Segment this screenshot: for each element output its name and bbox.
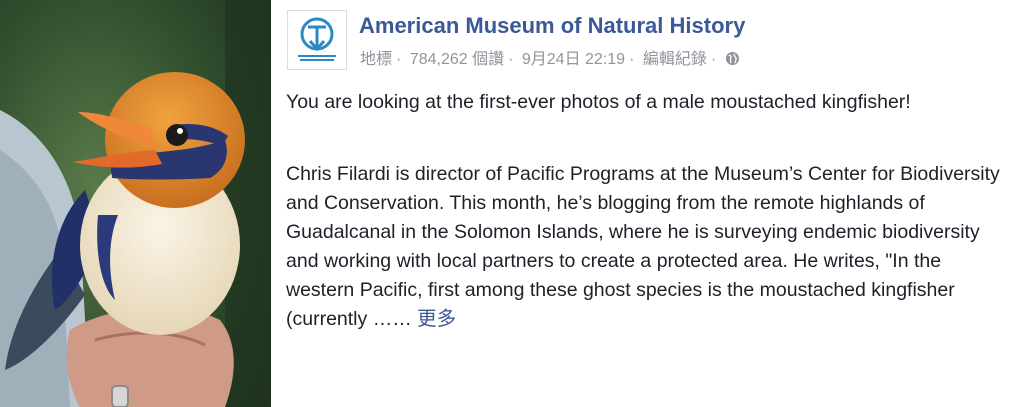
meta-tag[interactable]: 地標	[360, 51, 392, 68]
see-more-link[interactable]: 更多	[417, 308, 456, 330]
museum-logo[interactable]	[287, 10, 347, 70]
page-name-link[interactable]: American Museum of Natural History	[359, 13, 745, 39]
meta-separator: ·	[629, 51, 635, 68]
ellipsis: ……	[372, 308, 412, 330]
meta-separator: ·	[396, 51, 402, 68]
post-paragraph-1: You are looking at the first-ever photos…	[286, 91, 911, 113]
edit-history-link[interactable]: 編輯紀錄	[643, 51, 707, 68]
meta-separator: ·	[508, 51, 514, 68]
amnh-logo-icon	[298, 17, 336, 61]
post-card: American Museum of Natural History 地標 · 7…	[271, 0, 1024, 407]
post-paragraph-2-text: Chris Filardi is director of Pacific Pro…	[286, 163, 1000, 330]
post-timestamp[interactable]: 9月24日 22:19	[522, 51, 625, 68]
kingfisher-image	[0, 0, 271, 407]
kingfisher-photo[interactable]	[0, 0, 271, 407]
globe-icon[interactable]	[725, 51, 740, 66]
meta-separator: ·	[710, 51, 717, 68]
meta-likes: 784,262 個讚	[409, 51, 505, 68]
post-meta: 地標 · 784,262 個讚 · 9月24日 22:19 · 編輯紀錄 ·	[360, 45, 740, 69]
post-paragraph-2: Chris Filardi is director of Pacific Pro…	[286, 160, 1006, 334]
